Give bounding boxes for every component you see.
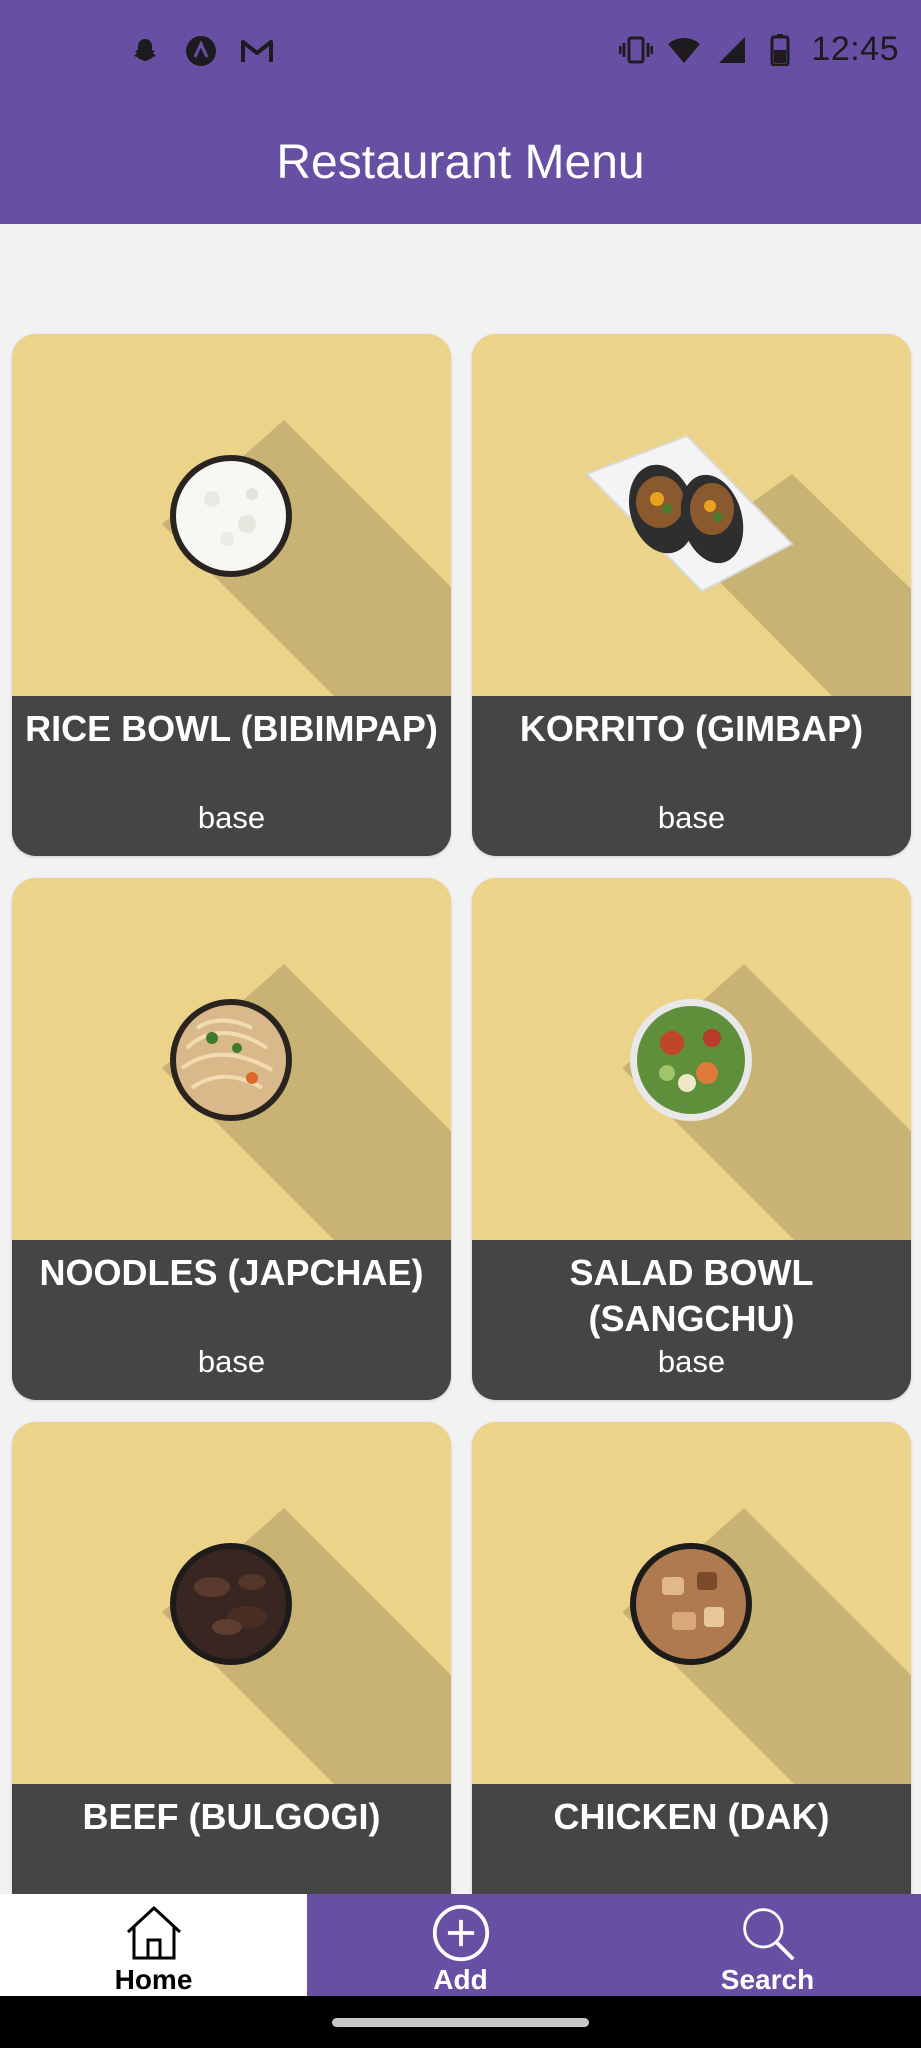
- menu-card-beef[interactable]: BEEF (BULGOGI): [12, 1422, 451, 1894]
- gmail-icon: [240, 34, 274, 68]
- chicken-image: [472, 1422, 911, 1784]
- card-title: RICE BOWL (BIBIMPAP): [25, 708, 438, 749]
- card-label: BEEF (BULGOGI): [12, 1784, 451, 1894]
- page-title: Restaurant Menu: [276, 135, 645, 189]
- card-label: RICE BOWL (BIBIMPAP) base: [12, 696, 451, 856]
- nav-add-label: Add: [433, 1964, 488, 1995]
- system-icons: 12:45: [619, 30, 899, 69]
- card-label: NOODLES (JAPCHAE) base: [12, 1240, 451, 1400]
- menu-card-salad-bowl[interactable]: SALAD BOWL (SANGCHU) base: [472, 878, 911, 1400]
- notification-icons: [128, 34, 274, 68]
- rice-bowl-image: [12, 334, 451, 696]
- salad-bowl-image: [472, 878, 911, 1240]
- gesture-bar: [0, 1996, 921, 2048]
- card-title: BEEF (BULGOGI): [82, 1796, 381, 1837]
- card-label: KORRITO (GIMBAP) base: [472, 696, 911, 856]
- status-bar: 12:45: [0, 0, 921, 100]
- app-bar: Restaurant Menu: [0, 100, 921, 224]
- nav-home[interactable]: Home: [0, 1894, 307, 1996]
- wifi-icon: [667, 33, 701, 67]
- card-title: SALAD BOWL (SANGCHU): [569, 1252, 814, 1339]
- home-icon: [126, 1906, 181, 1960]
- app-a-icon: [184, 34, 218, 68]
- vibrate-icon: [619, 33, 654, 67]
- card-subtitle: base: [197, 800, 266, 835]
- bottom-navigation: Home Add Search: [0, 1894, 921, 1996]
- noodles-image: [12, 878, 451, 1240]
- card-title: KORRITO (GIMBAP): [519, 708, 864, 749]
- card-title: CHICKEN (DAK): [553, 1796, 830, 1837]
- nav-add[interactable]: Add: [307, 1894, 614, 1996]
- signal-icon: [715, 33, 749, 67]
- menu-card-chicken[interactable]: CHICKEN (DAK): [472, 1422, 911, 1894]
- battery-icon: [763, 33, 797, 67]
- status-time: 12:45: [811, 30, 899, 68]
- korrito-image: [472, 334, 911, 696]
- nav-search-label: Search: [720, 1964, 815, 1995]
- gesture-handle[interactable]: [332, 2018, 589, 2027]
- card-subtitle: base: [657, 1344, 726, 1379]
- menu-grid: RICE BOWL (BIBIMPAP) base KORRITO (GIMBA…: [0, 224, 921, 1894]
- add-circle-icon: [432, 1904, 489, 1962]
- card-subtitle: base: [197, 1344, 266, 1379]
- beef-image: [12, 1422, 451, 1784]
- nav-home-label: Home: [114, 1964, 193, 1995]
- card-title: NOODLES (JAPCHAE): [39, 1252, 424, 1293]
- menu-card-rice-bowl[interactable]: RICE BOWL (BIBIMPAP) base: [12, 334, 451, 856]
- menu-card-korrito[interactable]: KORRITO (GIMBAP) base: [472, 334, 911, 856]
- card-label: SALAD BOWL (SANGCHU) base: [472, 1240, 911, 1400]
- card-label: CHICKEN (DAK): [472, 1784, 911, 1894]
- menu-card-noodles[interactable]: NOODLES (JAPCHAE) base: [12, 878, 451, 1400]
- snapchat-icon: [128, 34, 162, 68]
- nav-search[interactable]: Search: [614, 1894, 921, 1996]
- search-icon: [742, 1908, 795, 1961]
- card-subtitle: base: [657, 800, 726, 835]
